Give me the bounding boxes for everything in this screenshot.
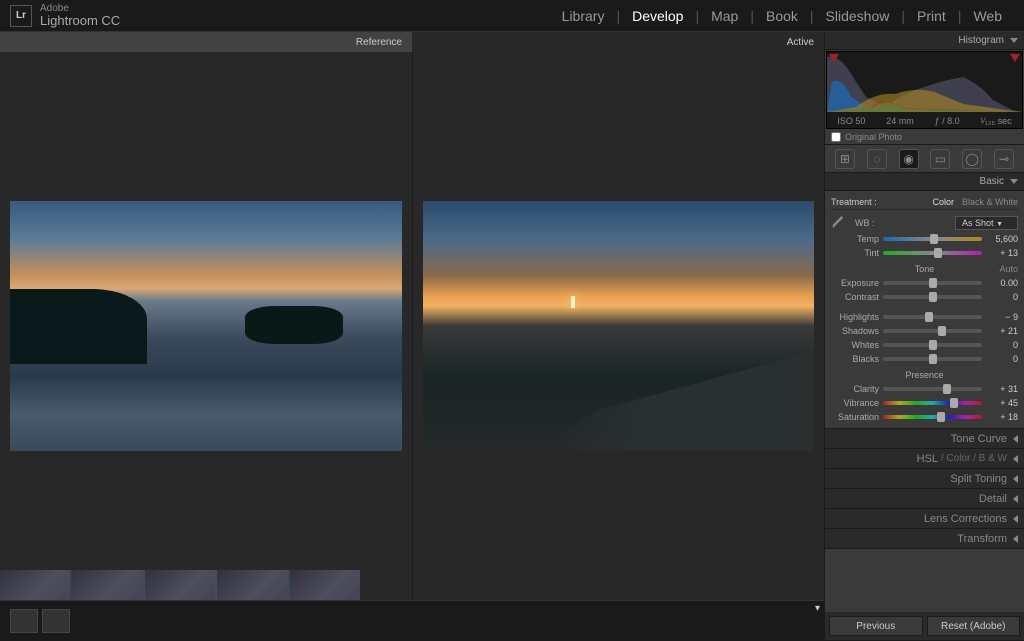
module-web[interactable]: Web xyxy=(961,8,1014,24)
chevron-left-icon xyxy=(1013,475,1018,483)
auto-tone-button[interactable]: Auto xyxy=(999,264,1018,274)
chevron-left-icon xyxy=(1013,515,1018,523)
active-image xyxy=(423,201,815,451)
exposure-slider[interactable] xyxy=(883,281,982,285)
saturation-slider[interactable] xyxy=(883,415,982,419)
crop-tool-icon[interactable]: ⊞ xyxy=(835,149,855,169)
tint-slider[interactable] xyxy=(883,251,982,255)
histo-shutter: ¹⁄₁₂₅ sec xyxy=(980,116,1011,126)
split-toning-panel-header[interactable]: Split Toning xyxy=(825,469,1024,489)
shadows-slider[interactable] xyxy=(883,329,982,333)
treatment-color[interactable]: Color xyxy=(932,197,954,207)
chevron-left-icon xyxy=(1013,535,1018,543)
reset-button[interactable]: Reset (Adobe) xyxy=(927,616,1021,636)
previous-button[interactable]: Previous xyxy=(829,616,923,636)
histogram-display[interactable]: ISO 50 24 mm ƒ / 8.0 ¹⁄₁₂₅ sec xyxy=(826,51,1023,129)
wb-picker-icon[interactable] xyxy=(831,216,845,230)
clarity-slider[interactable] xyxy=(883,387,982,391)
histo-aperture: ƒ / 8.0 xyxy=(935,116,960,126)
histo-focal: 24 mm xyxy=(886,116,914,126)
filmstrip[interactable]: ▾ xyxy=(0,600,824,640)
gradient-tool-icon[interactable]: ▭ xyxy=(930,149,950,169)
chevron-left-icon xyxy=(1013,455,1018,463)
vibrance-slider[interactable] xyxy=(883,401,982,405)
reference-image xyxy=(10,201,402,451)
brand-product: Lightroom CC xyxy=(40,14,120,28)
histo-iso: ISO 50 xyxy=(837,116,865,126)
radial-tool-icon[interactable]: ◯ xyxy=(962,149,982,169)
reference-image-panel[interactable] xyxy=(0,52,412,600)
original-photo-checkbox[interactable] xyxy=(831,132,841,142)
brush-tool-icon[interactable]: ⊸ xyxy=(994,149,1014,169)
chevron-down-icon xyxy=(1010,179,1018,184)
basic-header[interactable]: Basic xyxy=(825,173,1024,191)
shadow-clip-icon[interactable] xyxy=(829,54,839,62)
thumb-survey-icon[interactable] xyxy=(10,609,38,633)
module-picker: Library| Develop| Map| Book| Slideshow| … xyxy=(550,8,1014,24)
whites-slider[interactable] xyxy=(883,343,982,347)
blacks-slider[interactable] xyxy=(883,357,982,361)
right-panel: Histogram ISO 50 24 mm ƒ / 8.0 ¹⁄₁₂₅ sec… xyxy=(824,32,1024,640)
module-print[interactable]: Print xyxy=(905,8,958,24)
module-slideshow[interactable]: Slideshow xyxy=(814,8,902,24)
histogram-header[interactable]: Histogram xyxy=(825,32,1024,50)
module-book[interactable]: Book xyxy=(754,8,810,24)
contrast-slider[interactable] xyxy=(883,295,982,299)
basic-panel: Treatment : Color Black & White WB : As … xyxy=(825,191,1024,429)
highlight-clip-icon[interactable] xyxy=(1010,54,1020,62)
brand-text: Adobe Lightroom CC xyxy=(40,3,120,28)
tool-strip: ⊞ ◌ ◉ ▭ ◯ ⊸ xyxy=(825,145,1024,173)
tone-curve-panel-header[interactable]: Tone Curve xyxy=(825,429,1024,449)
module-library[interactable]: Library xyxy=(550,8,617,24)
temp-slider[interactable] xyxy=(883,237,982,241)
module-develop[interactable]: Develop xyxy=(620,8,695,24)
chevron-left-icon xyxy=(1013,435,1018,443)
original-photo-toggle[interactable]: Original Photo xyxy=(825,130,1024,145)
lens-corrections-panel-header[interactable]: Lens Corrections xyxy=(825,509,1024,529)
chevron-down-icon xyxy=(1010,38,1018,43)
chevron-left-icon xyxy=(1013,495,1018,503)
spot-tool-icon[interactable]: ◌ xyxy=(867,149,887,169)
redeye-tool-icon[interactable]: ◉ xyxy=(899,149,919,169)
transform-panel-header[interactable]: Transform xyxy=(825,529,1024,549)
highlights-slider[interactable] xyxy=(883,315,982,319)
viewer-area: Reference Active Reference Photo : Ocean… xyxy=(0,32,824,640)
module-map[interactable]: Map xyxy=(699,8,750,24)
filmstrip-collapse-icon[interactable]: ▾ xyxy=(815,603,820,614)
treatment-bw[interactable]: Black & White xyxy=(962,197,1018,207)
top-bar: Lr Adobe Lightroom CC Library| Develop| … xyxy=(0,0,1024,32)
detail-panel-header[interactable]: Detail xyxy=(825,489,1024,509)
wb-label: WB : xyxy=(855,218,875,228)
wb-select[interactable]: As Shot ▼ xyxy=(955,216,1018,230)
hsl-panel-header[interactable]: HSL / Color / B & W xyxy=(825,449,1024,469)
active-image-panel[interactable] xyxy=(413,52,825,600)
app-logo: Lr xyxy=(10,5,32,27)
thumb-compare-icon[interactable] xyxy=(42,609,70,633)
tab-reference[interactable]: Reference xyxy=(0,32,412,52)
tab-active[interactable]: Active xyxy=(412,32,824,52)
treatment-label: Treatment : xyxy=(831,197,877,207)
